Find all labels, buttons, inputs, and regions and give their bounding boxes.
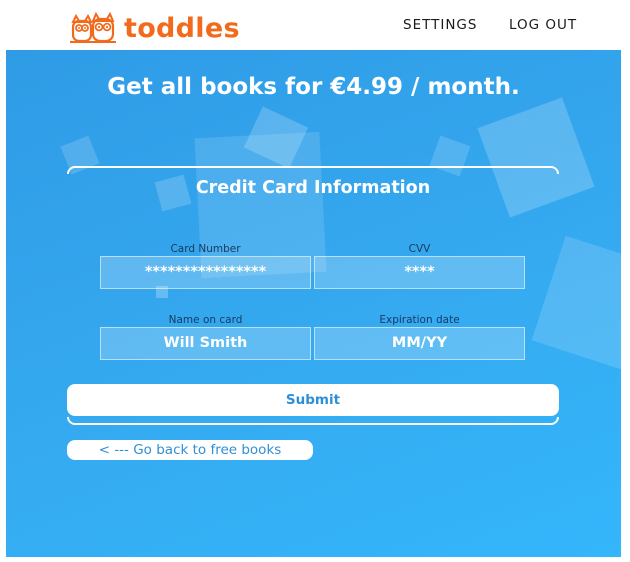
- cvv-input[interactable]: ****: [314, 256, 525, 289]
- card-frame-bottom: [67, 417, 559, 425]
- expiration-date-label: Expiration date: [379, 314, 460, 326]
- logo-text: toddles: [124, 12, 240, 44]
- logo[interactable]: toddles: [70, 11, 240, 45]
- name-on-card-label: Name on card: [168, 314, 243, 326]
- pricing-headline: Get all books for €4.99 / month.: [107, 74, 520, 100]
- decorative-square: [531, 235, 621, 375]
- card-form-title: Credit Card Information: [195, 178, 431, 198]
- nav-settings-link[interactable]: SETTINGS: [403, 17, 477, 33]
- cvv-label: CVV: [408, 243, 431, 255]
- header: toddles SETTINGS LOG OUT: [0, 0, 630, 50]
- decorative-square: [477, 97, 595, 218]
- card-number-label: Card Number: [170, 243, 241, 255]
- subscription-panel: Get all books for €4.99 / month. Credit …: [6, 50, 621, 557]
- submit-button[interactable]: Submit: [67, 384, 559, 416]
- back-to-free-books-button[interactable]: < --- Go back to free books: [67, 440, 313, 460]
- card-frame-top: [67, 166, 559, 174]
- name-on-card-input[interactable]: Will Smith: [100, 327, 311, 360]
- card-number-input[interactable]: ****************: [100, 256, 311, 289]
- owl-pair-logo-icon: [70, 12, 116, 44]
- expiration-date-input[interactable]: MM/YY: [314, 327, 525, 360]
- nav-logout-link[interactable]: LOG OUT: [509, 17, 577, 33]
